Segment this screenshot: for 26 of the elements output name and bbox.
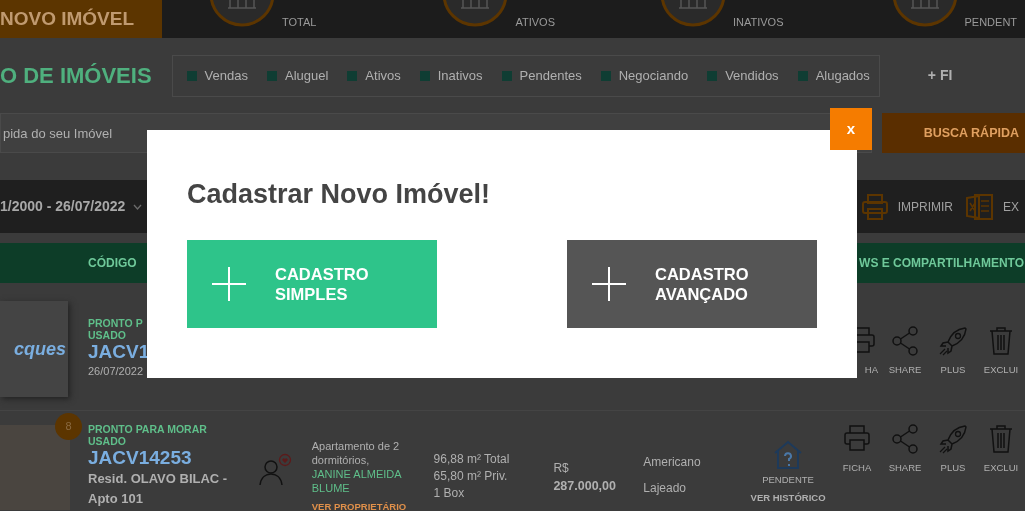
area-text: 96,88 m² Total xyxy=(433,451,511,468)
condition-text: USADO xyxy=(88,329,127,341)
owner-name: JANINE ALMEIDA BLUME xyxy=(311,467,403,495)
modal-title: Cadastrar Novo Imóvel! xyxy=(187,178,492,211)
logo-text: cques xyxy=(13,337,67,361)
status-text: PRONTO PARA MORAR xyxy=(88,423,208,435)
date-text: 26/07/2022 xyxy=(88,364,145,379)
city-text: Americano xyxy=(643,454,702,471)
count-badge: 8 xyxy=(55,413,82,440)
column-header: CÓDIGO xyxy=(88,254,137,272)
region-text: Lajeado xyxy=(643,480,687,497)
status-text: PRONTO P xyxy=(88,317,144,329)
price-label: R$ xyxy=(553,460,570,477)
page-title: O DE IMÓVEIS xyxy=(0,62,152,90)
stat-label: INATIVOS xyxy=(732,16,784,28)
area-text: 65,80 m² Priv. xyxy=(433,468,509,485)
condition-text: USADO xyxy=(88,435,127,447)
stat-label: PENDENT xyxy=(964,16,1018,28)
address-text: Resid. OLAVO BILAC - Apto 101 xyxy=(88,470,229,508)
status-label: PENDENTE xyxy=(762,473,814,487)
price-value: 287.000,00 xyxy=(553,478,617,495)
description-text: Apartamento de 2 dormitórios, xyxy=(311,439,401,467)
stat-label: ATIVOS xyxy=(515,16,555,28)
column-header: WS E COMPARTILHAMENTO xyxy=(859,255,1025,272)
stat-label: TOTAL xyxy=(282,16,317,28)
area-text: 1 Box xyxy=(433,485,466,502)
